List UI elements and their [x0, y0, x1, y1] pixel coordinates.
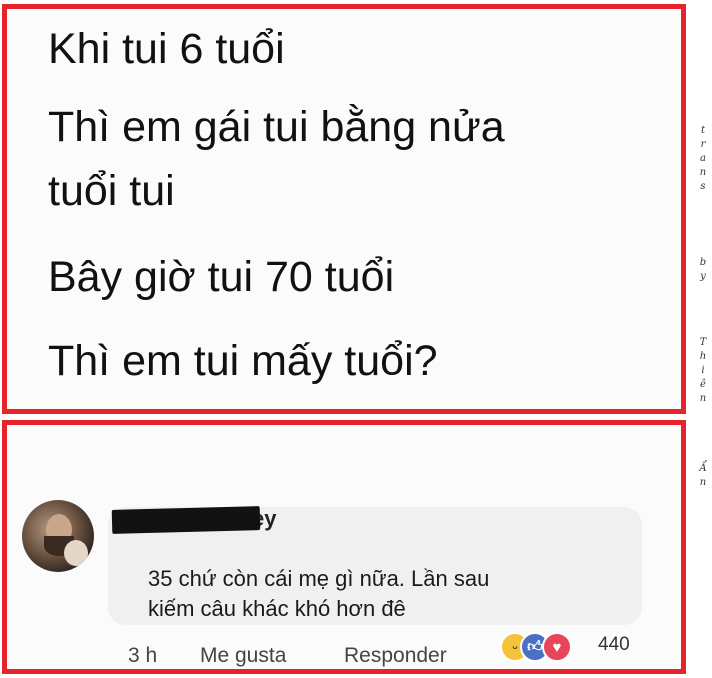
reaction-count: 440 [598, 634, 630, 655]
reply-link[interactable]: Responder [344, 644, 447, 668]
watermark-letter: n [699, 477, 707, 488]
name-redaction-bar [111, 506, 261, 534]
watermark-letter: b [699, 257, 707, 268]
question-line-2: Thì em gái tui bằng nửa [48, 103, 505, 151]
watermark-letter: a [700, 153, 706, 164]
avatar[interactable] [22, 500, 94, 572]
watermark-an: Ẩ n [694, 462, 712, 490]
question-line-3: tuổi tui [48, 167, 175, 215]
comment-text-line-2: kiếm câu khác khó hơn đê [148, 596, 406, 621]
watermark-letter: r [700, 139, 706, 150]
watermark-letter: s [700, 181, 706, 192]
watermark-letter: y [700, 271, 706, 282]
watermark-by: b y [694, 256, 712, 284]
watermark-letter: ê [700, 379, 706, 390]
question-line-1: Khi tui 6 tuổi [48, 25, 285, 73]
watermark-trans: t r a n s [694, 124, 712, 194]
watermark-letter: n [699, 167, 707, 178]
watermark-letter: Ẩ [699, 463, 707, 474]
like-link[interactable]: Me gusta [200, 644, 286, 668]
love-icon: ♥ [542, 632, 572, 662]
question-line-4: Bây giờ tui 70 tuổi [48, 253, 395, 301]
watermark-letter: h [699, 351, 707, 362]
watermark-letter: i [701, 365, 705, 376]
watermark-letter: t [700, 125, 706, 136]
watermark-letter: n [699, 393, 707, 404]
watermark-letter: T [699, 337, 707, 348]
watermark-thien: T h i ê n [694, 336, 712, 406]
question-line-5: Thì em tui mấy tuổi? [48, 337, 438, 385]
avatar-baby [64, 540, 88, 566]
comment-text-line-1: 35 chứ còn cái mẹ gì nữa. Lần sau [148, 566, 490, 591]
comment-timestamp[interactable]: 3 h [128, 644, 157, 668]
